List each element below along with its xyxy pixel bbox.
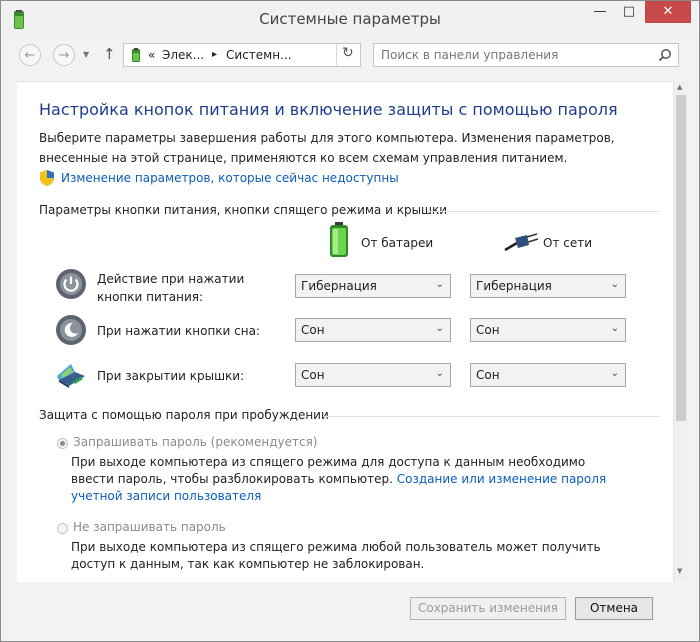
recent-locations-dropdown[interactable]: ▼ (83, 50, 89, 59)
laptop-lid-icon (57, 364, 85, 388)
power-section-title: Параметры кнопки питания, кнопки спящего… (39, 203, 448, 217)
scrollbar-thumb[interactable] (676, 95, 686, 421)
cancel-button[interactable]: Отмена (575, 597, 653, 620)
breadcrumb-separator[interactable]: ▸ (212, 49, 217, 60)
search-box[interactable]: Поиск в панели управления (373, 43, 679, 67)
up-button[interactable]: ↑ (103, 45, 116, 63)
uac-shield-icon (40, 170, 54, 186)
vertical-scrollbar[interactable]: ▲ ▼ (673, 81, 688, 581)
minimize-button[interactable]: — (586, 1, 614, 23)
chevron-down-icon: ⌄ (610, 323, 619, 334)
page-description: Выберите параметры завершения работы для… (39, 131, 615, 165)
lid-close-ac-select[interactable]: Сон ⌄ (470, 363, 626, 387)
page-title: Настройка кнопок питания и включение защ… (39, 100, 618, 119)
address-bar[interactable]: « Элек... ▸ Системн... ↻ (123, 43, 361, 67)
power-button-action-label: Действие при нажатии кнопки питания: (97, 272, 245, 304)
chevron-down-icon: ⌄ (610, 279, 619, 290)
no-password-description: При выходе компьютера из спящего режима … (71, 540, 601, 571)
section-divider (323, 416, 659, 417)
footer-bar: Сохранить изменения Отмена (1, 585, 699, 641)
power-options-breadcrumb-icon (132, 48, 140, 62)
search-placeholder: Поиск в панели управления (381, 48, 559, 62)
maximize-button[interactable]: □ (615, 1, 643, 23)
power-button-icon (56, 269, 86, 299)
refresh-button[interactable]: ↻ (342, 45, 354, 61)
no-password-label: Не запрашивать пароль (73, 520, 226, 534)
sleep-button-icon (56, 315, 86, 345)
section-divider (427, 211, 659, 212)
chevron-down-icon: ⌄ (435, 323, 444, 334)
power-section-header: Параметры кнопки питания, кнопки спящего… (39, 203, 659, 217)
chevron-down-icon: ⌄ (610, 368, 619, 379)
breadcrumb-power-options[interactable]: Элек... (162, 48, 204, 62)
navigation-bar: ← → ▼ ↑ « Элек... ▸ Системн... ↻ Поиск в… (9, 39, 691, 73)
sleep-button-ac-select[interactable]: Сон ⌄ (470, 318, 626, 342)
sleep-button-battery-value: Сон (301, 323, 325, 337)
require-password-label: Запрашивать пароль (рекомендуется) (73, 435, 318, 449)
lid-close-action-label: При закрытии крышки: (97, 369, 245, 383)
chevron-down-icon: ⌄ (435, 279, 444, 290)
chevron-down-icon: ⌄ (435, 368, 444, 379)
column-header-ac: От сети (543, 236, 593, 250)
plug-icon (504, 233, 539, 252)
search-icon[interactable] (658, 48, 672, 62)
power-button-ac-value: Гибернация (476, 279, 552, 293)
no-password-radio[interactable] (57, 523, 68, 534)
sleep-button-ac-value: Сон (476, 323, 500, 337)
forward-button[interactable]: → (53, 44, 75, 66)
change-unavailable-settings-link[interactable]: Изменение параметров, которые сейчас нед… (61, 171, 399, 185)
title-bar: Системные параметры — □ ✕ (1, 1, 699, 39)
password-section-header: Защита с помощью пароля при пробуждении (39, 408, 659, 422)
lid-close-battery-value: Сон (301, 368, 325, 382)
save-changes-button[interactable]: Сохранить изменения (410, 597, 566, 620)
require-password-radio[interactable] (57, 438, 68, 449)
power-button-battery-value: Гибернация (301, 279, 377, 293)
content-pane: Настройка кнопок питания и включение защ… (17, 81, 673, 582)
battery-icon (330, 222, 348, 257)
sleep-button-action-label: При нажатии кнопки сна: (97, 324, 261, 338)
sleep-button-battery-select[interactable]: Сон ⌄ (295, 318, 451, 342)
column-header-battery: От батареи (361, 236, 434, 250)
close-button[interactable]: ✕ (645, 1, 691, 23)
power-button-ac-select[interactable]: Гибернация ⌄ (470, 274, 626, 298)
control-panel-window: Системные параметры — □ ✕ ← → ▼ ↑ « Элек… (0, 0, 700, 642)
power-button-battery-select[interactable]: Гибернация ⌄ (295, 274, 451, 298)
breadcrumb-overflow[interactable]: « (148, 48, 155, 62)
password-section-title: Защита с помощью пароля при пробуждении (39, 408, 329, 422)
back-button[interactable]: ← (19, 44, 41, 66)
breadcrumb-system-settings[interactable]: Системн... (226, 48, 292, 62)
scroll-down-arrow[interactable]: ▼ (677, 567, 682, 575)
lid-close-ac-value: Сон (476, 368, 500, 382)
require-password-description: При выходе компьютера из спящего режима … (71, 454, 631, 505)
scroll-up-arrow[interactable]: ▲ (677, 83, 682, 91)
lid-close-battery-select[interactable]: Сон ⌄ (295, 363, 451, 387)
address-divider (336, 44, 337, 66)
